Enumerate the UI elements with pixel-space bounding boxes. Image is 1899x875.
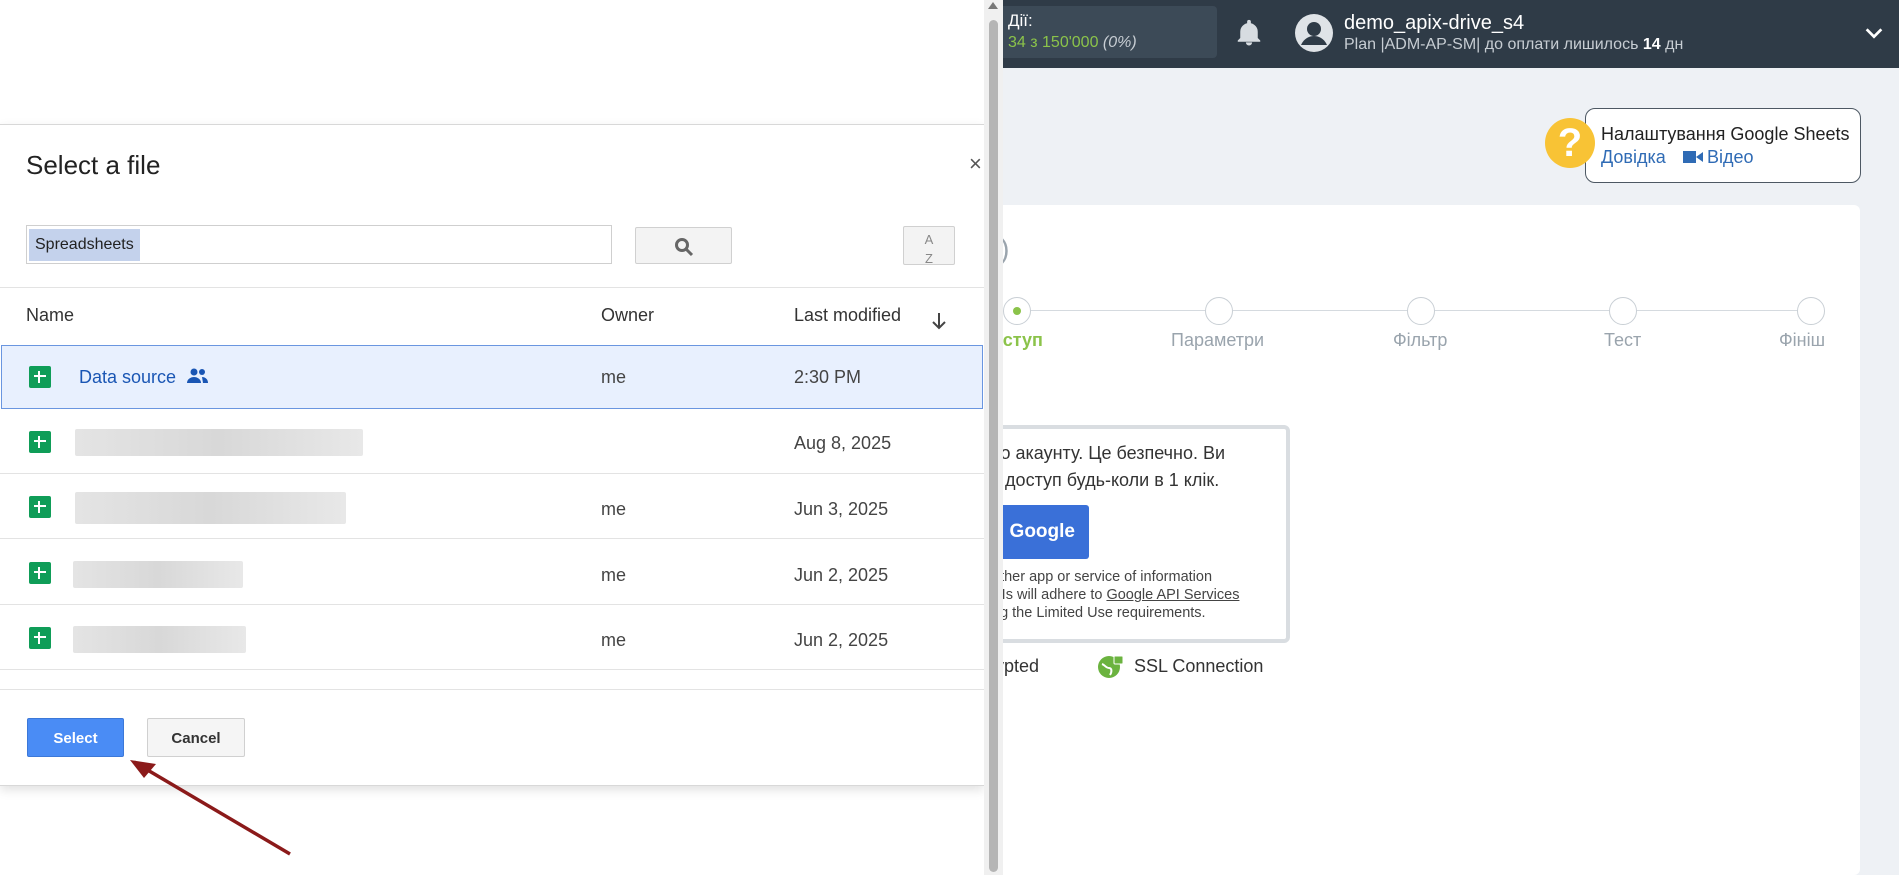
help-icon: ?: [1545, 118, 1595, 168]
file-name-redacted: [75, 492, 346, 524]
sheets-icon: [29, 366, 51, 388]
close-icon[interactable]: ×: [969, 151, 982, 177]
step-dot-filter: [1407, 297, 1435, 325]
file-name-redacted: [73, 561, 243, 588]
username[interactable]: demo_apix-drive_s4: [1344, 12, 1524, 35]
actions-count: 34 з 150'000 (0%): [1008, 34, 1137, 51]
search-input[interactable]: Spreadsheets: [26, 225, 612, 264]
step-dot-parameters: [1205, 297, 1233, 325]
sort-desc-icon[interactable]: [928, 310, 950, 332]
ssl-label: SSL Connection: [1134, 656, 1264, 676]
sheets-icon: [29, 627, 51, 649]
fine-print: other app or service of information PIs …: [992, 569, 1240, 621]
step-dot-access: [1003, 297, 1031, 325]
actions-label: Дії:: [1008, 11, 1033, 30]
file-modified: Jun 2, 2025: [794, 630, 889, 650]
video-icon: [1683, 151, 1703, 163]
sheets-icon: [29, 562, 51, 584]
step-dot-finish: [1797, 297, 1825, 325]
video-link[interactable]: Відео: [1683, 147, 1754, 168]
ssl-globe-icon: [1098, 655, 1124, 678]
shared-users-icon: [187, 368, 208, 383]
step-filter[interactable]: Фільтр: [1393, 330, 1447, 351]
column-last-modified[interactable]: Last modified: [794, 305, 901, 326]
help-link[interactable]: Довідка: [1601, 147, 1666, 168]
divider: [0, 287, 984, 288]
file-owner: me: [601, 367, 627, 387]
step-test[interactable]: Тест: [1604, 330, 1641, 351]
auth-text: до акаунту. Це безпечно. Ви и доступ будь…: [990, 443, 1226, 490]
file-owner: me: [601, 499, 627, 519]
sheets-icon: [29, 496, 51, 518]
file-modified: 2:30 PM: [794, 367, 862, 387]
divider: [0, 689, 984, 690]
file-owner: me: [601, 630, 627, 650]
help-box: [1585, 108, 1861, 183]
sort-az-button[interactable]: AZ: [903, 226, 955, 265]
step-dot-test: [1609, 297, 1637, 325]
select-button[interactable]: Select: [27, 718, 124, 757]
search-query: Spreadsheets: [29, 229, 140, 261]
step-finish[interactable]: Фініш: [1779, 330, 1825, 351]
plan-info: Plan |ADM-AP-SM| до оплати лишилось 14 д…: [1344, 36, 1684, 53]
sheets-icon: [29, 431, 51, 453]
file-owner: me: [601, 565, 627, 585]
file-name[interactable]: Data source: [79, 367, 176, 388]
file-modified: Aug 8, 2025: [794, 433, 892, 453]
help-title: Налаштування Google Sheets: [1601, 124, 1850, 144]
dialog-title: Select a file: [26, 150, 161, 180]
search-icon: [675, 238, 694, 257]
file-modified: Jun 2, 2025: [794, 565, 889, 585]
scrollbar-thumb[interactable]: [989, 20, 998, 872]
search-button[interactable]: [635, 227, 732, 264]
avatar[interactable]: [1295, 14, 1333, 52]
chevron-down-icon[interactable]: [1862, 22, 1886, 44]
annotation-arrow: [130, 760, 291, 856]
column-owner[interactable]: Owner: [601, 305, 654, 326]
file-modified: Jun 3, 2025: [794, 499, 889, 519]
step-parameters[interactable]: Параметри: [1171, 330, 1264, 351]
file-name-redacted: [75, 429, 363, 456]
google-api-link: Google API Services: [1106, 587, 1240, 603]
file-name-redacted: [73, 626, 246, 653]
bell-icon[interactable]: [1234, 16, 1264, 50]
column-name[interactable]: Name: [26, 305, 74, 326]
scroll-up-icon[interactable]: [988, 2, 998, 9]
